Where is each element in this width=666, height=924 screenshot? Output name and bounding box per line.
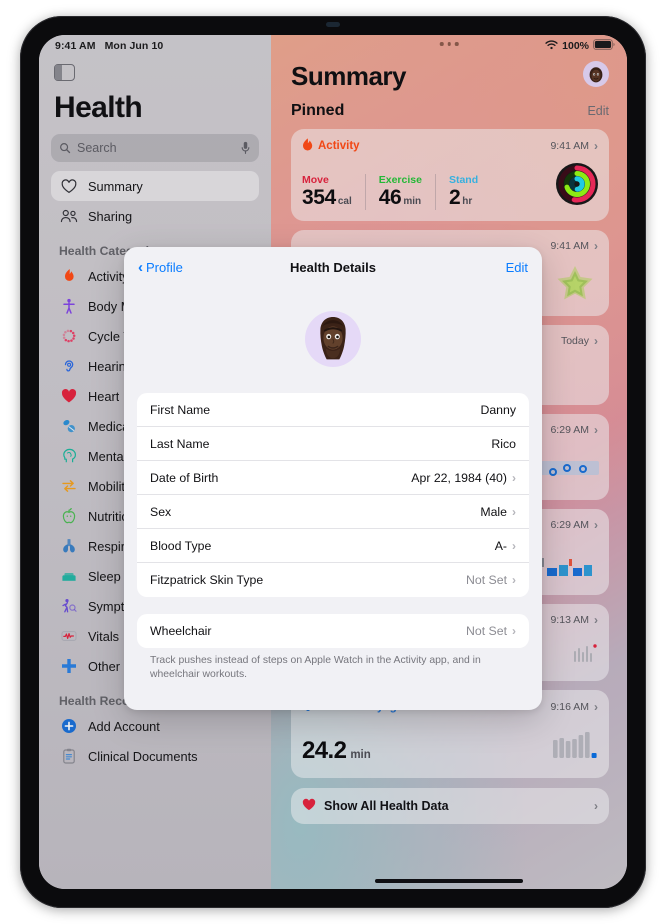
detail-row-last-name: Last Name Rico [137,427,529,461]
detail-row-first-name: First Name Danny [137,393,529,427]
detail-row-label: Wheelchair [150,624,212,638]
detail-row-wheelchair[interactable]: Wheelchair Not Set › [137,614,529,648]
chevron-left-icon: ‹ [138,258,143,276]
modal-edit-button[interactable]: Edit [506,260,528,275]
detail-row-label: Blood Type [150,538,212,553]
back-to-profile-button[interactable]: ‹ Profile [138,259,183,276]
profile-avatar[interactable] [305,311,361,367]
detail-row-label: Fitzpatrick Skin Type [150,573,264,587]
detail-row-label: First Name [150,402,211,417]
detail-row-value: A- [494,538,507,553]
detail-row-value-group: Rico [491,437,516,451]
detail-row-value-group: Danny [480,403,516,417]
health-details-modal: ‹ Profile Health Details Edit First Name… [124,247,542,710]
detail-row-label: Date of Birth [150,470,219,485]
back-label: Profile [146,259,183,275]
ipad-device-frame: 9:41 AM Mon Jun 10 Health Search Summary… [20,16,646,908]
detail-row-value: Danny [480,402,516,417]
detail-row-value-group: A- › [495,539,516,553]
detail-row-sex[interactable]: Sex Male › [137,495,529,529]
detail-row-value: Male [480,504,507,519]
detail-row-value-group: Not Set › [466,573,516,587]
wheelchair-group: Wheelchair Not Set › [137,614,529,648]
detail-row-value: Not Set [465,624,507,638]
wheelchair-footnote: Track pushes instead of steps on Apple W… [150,655,481,681]
detail-row-value: Rico [491,436,516,451]
chevron-right-icon[interactable]: › [512,573,516,587]
detail-row-fitzpatrick-skin-type[interactable]: Fitzpatrick Skin Type Not Set › [137,563,529,597]
detail-row-value-group: Not Set › [466,624,516,638]
detail-row-value-group: Male › [480,505,516,519]
detail-row-value: Apr 22, 1984 (40) [411,470,507,485]
detail-row-blood-type[interactable]: Blood Type A- › [137,529,529,563]
chevron-right-icon[interactable]: › [512,471,516,485]
chevron-right-icon[interactable]: › [512,505,516,519]
detail-row-value: Not Set [465,573,507,587]
health-details-group: First Name Danny Last Name Rico Date of Birt… [137,393,529,597]
detail-row-label: Sex [150,504,172,519]
front-camera-dot [326,22,340,27]
modal-title: Health Details [290,259,376,275]
modal-navigation-bar: ‹ Profile Health Details Edit [124,247,542,287]
ipad-screen: 9:41 AM Mon Jun 10 Health Search Summary… [39,35,627,889]
chevron-right-icon[interactable]: › [512,624,516,638]
detail-row-date-of-birth[interactable]: Date of Birth Apr 22, 1984 (40) › [137,461,529,495]
detail-row-value-group: Apr 22, 1984 (40) › [411,471,516,485]
detail-row-label: Last Name [150,436,210,451]
chevron-right-icon[interactable]: › [512,539,516,553]
